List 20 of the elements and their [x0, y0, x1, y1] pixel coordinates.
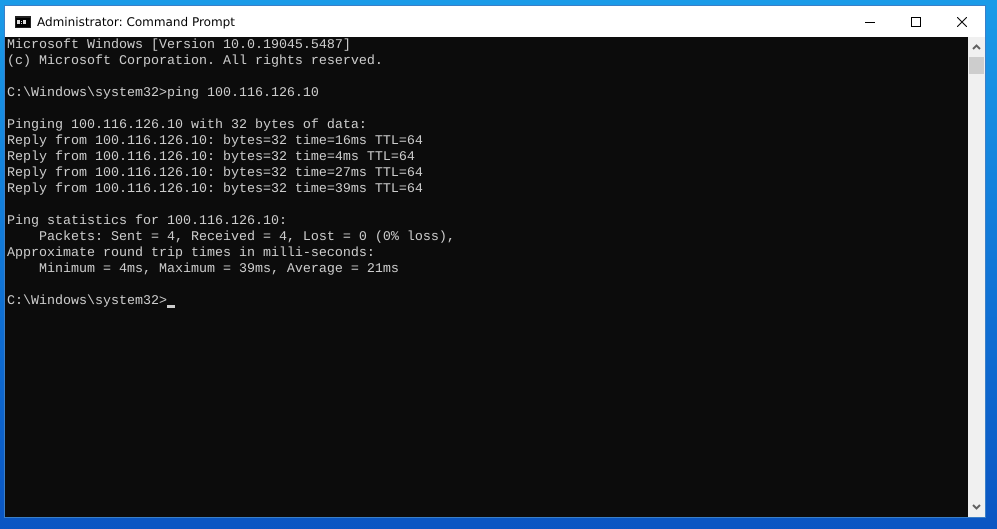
console-line: Reply from 100.116.126.10: bytes=32 time=39ms TTL=64 — [7, 182, 423, 198]
console-line: Reply from 100.116.126.10: bytes=32 time=16ms TTL=64 — [7, 134, 423, 150]
console-line: Reply from 100.116.126.10: bytes=32 time=27ms TTL=64 — [7, 166, 423, 182]
console-line: C:\Windows\system32>ping 100.116.126.10 — [7, 86, 319, 102]
console-app-icon — [15, 16, 31, 28]
text-cursor — [166, 305, 175, 308]
window-title: Administrator: Command Prompt — [37, 14, 236, 28]
console-line: Pinging 100.116.126.10 with 32 bytes of data: — [7, 118, 367, 134]
command-prompt: C:\Windows\system32> — [7, 294, 167, 310]
console-line: Packets: Sent = 4, Received = 4, Lost = 0 (0% loss), — [38, 230, 455, 246]
maximize-icon — [911, 16, 921, 26]
console-line: Ping statistics for 100.116.126.10: — [7, 214, 287, 230]
console-line: Minimum = 4ms, Maximum = 39ms, Average = 21ms — [38, 262, 399, 278]
console-line: Approximate round trip times in milli-seconds: — [7, 246, 375, 262]
scrollbar-thumb[interactable] — [969, 57, 984, 74]
console-line: (c) Microsoft Corporation. All rights reserved. — [7, 54, 383, 70]
scrollbar[interactable] — [968, 37, 985, 517]
console-line: Microsoft Windows [Version 10.0.19045.5487] — [7, 38, 351, 54]
close-icon — [957, 16, 967, 26]
console-line: Reply from 100.116.126.10: bytes=32 time=4ms TTL=64 — [7, 150, 415, 166]
